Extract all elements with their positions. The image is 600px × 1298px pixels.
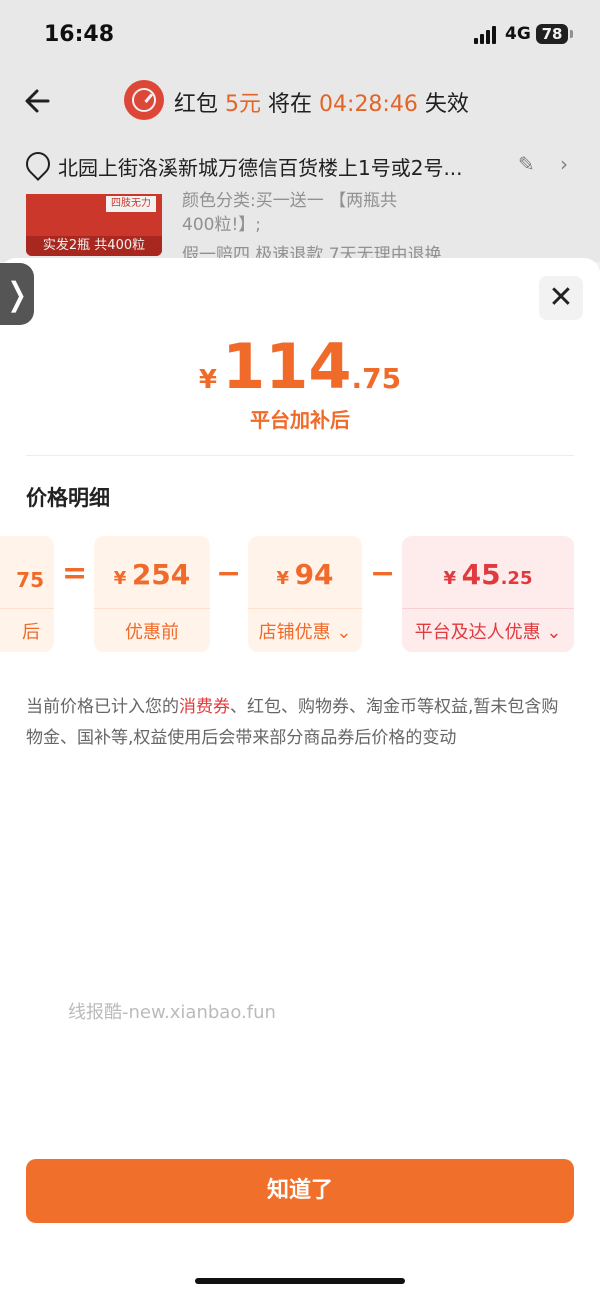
close-icon[interactable]: ✕ [539, 276, 583, 320]
card-label: 平台及达人优惠 [414, 622, 541, 643]
final-price: ¥ 114.75 [0, 330, 600, 403]
price-currency: ¥ [198, 365, 217, 395]
home-indicator [195, 1278, 405, 1284]
notice-text: 当前价格已计入您的 [26, 697, 179, 717]
card-label: 店铺优惠 [258, 622, 331, 643]
partial-label: 后 [22, 622, 40, 643]
price-integer: 114 [222, 330, 352, 403]
card-yen: ¥ [443, 568, 457, 589]
partial-value: 75 [16, 568, 44, 592]
chevron-down-icon: ⌄ [540, 622, 562, 643]
card-decimal: .25 [500, 568, 533, 589]
overlay-dim [0, 0, 600, 262]
card-label: 优惠前 [125, 622, 179, 643]
equals-sign: = [62, 556, 88, 591]
breakdown-title: 价格明细 [26, 486, 110, 510]
side-handle-icon[interactable]: ❭ [0, 263, 34, 325]
card-value: 254 [131, 558, 191, 591]
card-shop-discount[interactable]: ¥ 94 店铺优惠 ⌄ [248, 536, 362, 652]
card-before-discount[interactable]: ¥ 254 优惠前 [94, 536, 210, 652]
minus-sign-2: − [370, 556, 396, 591]
card-final-partial: 75 后 [0, 536, 54, 652]
price-label: 平台加补后 [250, 408, 350, 432]
card-yen: ¥ [276, 568, 289, 589]
card-value: 94 [294, 558, 334, 591]
card-platform-discount[interactable]: ¥ 45.25 平台及达人优惠 ⌄ [402, 536, 574, 652]
card-yen: ¥ [113, 568, 127, 589]
watermark: 线报酷-new.xianbao.fun [68, 1002, 276, 1023]
notice-highlight[interactable]: 消费券 [179, 697, 230, 717]
divider [26, 455, 574, 456]
card-value: 45 [461, 558, 501, 591]
chevron-down-icon: ⌄ [330, 622, 352, 643]
got-it-button[interactable]: 知道了 [26, 1159, 574, 1223]
minus-sign: − [216, 556, 242, 591]
price-decimal: .75 [351, 362, 402, 395]
price-notice: 当前价格已计入您的消费券、红包、购物券、淘金币等权益,暂未包含购物金、国补等,权… [26, 692, 574, 754]
